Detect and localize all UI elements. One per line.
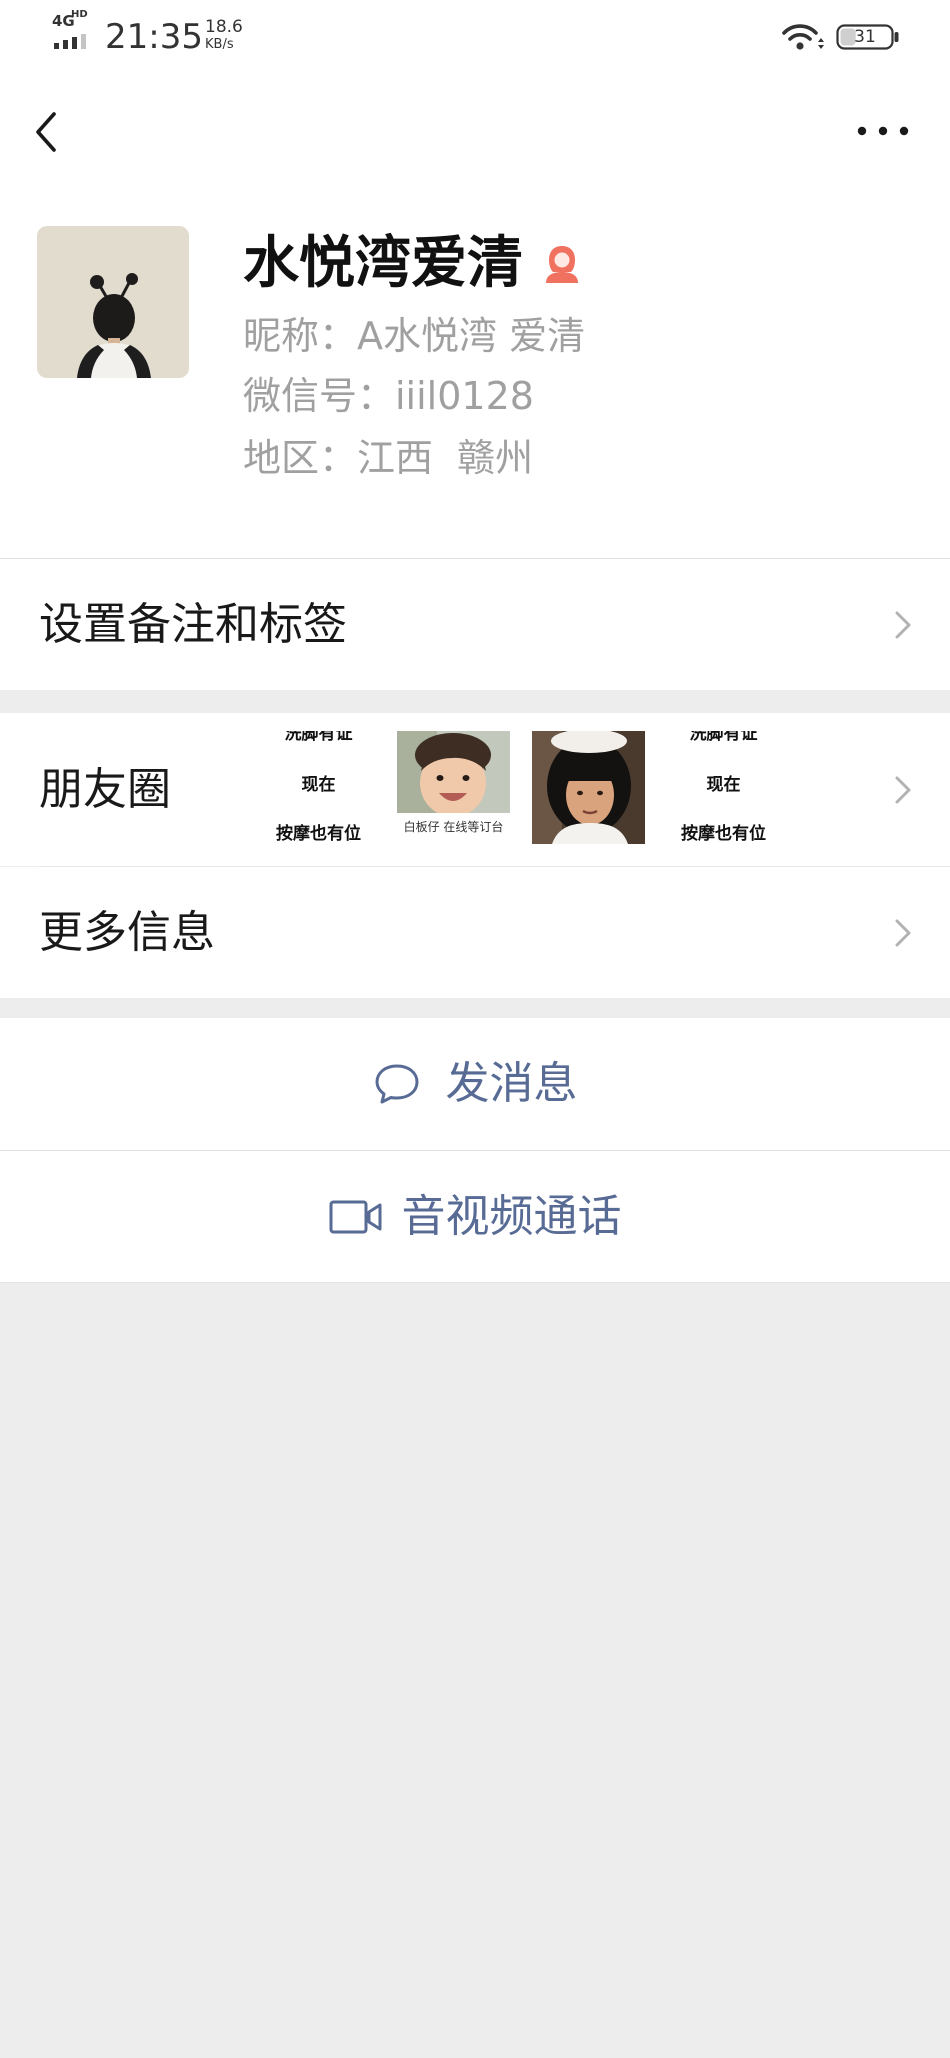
wifi-icon bbox=[782, 24, 824, 50]
av-call-label: 音视频通话 bbox=[401, 1190, 622, 1242]
more-dots-icon[interactable] bbox=[850, 122, 914, 140]
chevron-left-icon[interactable] bbox=[30, 106, 64, 158]
thumbnail-text: 洗脚有证 bbox=[689, 731, 758, 744]
avatar[interactable] bbox=[37, 226, 189, 378]
profile-wechat-id: 微信号：iiil0128 bbox=[243, 374, 534, 418]
row-remark-tags[interactable]: 设置备注和标签 bbox=[0, 559, 950, 690]
row-moments-label: 朋友圈 bbox=[39, 763, 171, 815]
row-more-info[interactable]: 更多信息 bbox=[0, 867, 950, 998]
row-moments[interactable]: 朋友圈 洗脚有证 现在 按摩也有位 白板仔 在线等订台 洗脚有证 现在 按摩也有… bbox=[0, 713, 950, 866]
moments-thumbnail: 洗脚有证 现在 按摩也有位 bbox=[262, 731, 375, 844]
thumbnail-text: 按摩也有位 bbox=[681, 824, 766, 844]
profile-name-line: 水悦湾爱清 bbox=[243, 230, 581, 298]
battery-icon: 31 bbox=[836, 24, 900, 50]
thumbnail-text: 按摩也有位 bbox=[276, 824, 361, 844]
chat-bubble-icon bbox=[375, 1064, 418, 1104]
thumbnail-text: 洗脚有证 bbox=[284, 731, 353, 744]
profile-name: 水悦湾爱清 bbox=[243, 231, 523, 296]
divider bbox=[0, 1282, 950, 1283]
video-camera-icon bbox=[329, 1200, 381, 1233]
female-icon bbox=[546, 246, 578, 283]
send-message-button[interactable]: 发消息 bbox=[0, 1018, 950, 1150]
send-message-label: 发消息 bbox=[445, 1058, 578, 1109]
network-badge: HD bbox=[71, 9, 88, 20]
thumbnail-caption: 白板仔 在线等订台 bbox=[403, 820, 504, 834]
chevron-right-icon bbox=[895, 611, 911, 638]
profile-nickname: 昵称：A水悦湾 爱清 bbox=[243, 314, 586, 358]
profile-header: 4G HD 21:35 18.6 KB/s 31 水悦湾爱清 昵称：A水悦湾 爱… bbox=[0, 0, 950, 558]
signal-bars-icon bbox=[54, 34, 86, 49]
network-speed-value: 18.6 bbox=[205, 17, 243, 37]
row-more-info-label: 更多信息 bbox=[39, 906, 215, 958]
clock: 21:35 bbox=[105, 17, 203, 57]
thumbnail-text: 现在 bbox=[301, 775, 336, 795]
thumbnail-text: 现在 bbox=[706, 775, 741, 795]
divider bbox=[39, 866, 950, 867]
profile-region: 地区：江西 赣州 bbox=[243, 436, 534, 480]
moments-thumbnail bbox=[532, 731, 645, 844]
battery-level: 31 bbox=[854, 27, 876, 47]
chevron-right-icon bbox=[895, 919, 911, 946]
moments-thumbnail: 洗脚有证 现在 按摩也有位 bbox=[667, 731, 780, 844]
chevron-right-icon bbox=[895, 776, 911, 803]
network-speed-unit: KB/s bbox=[205, 37, 234, 52]
av-call-button[interactable]: 音视频通话 bbox=[0, 1151, 950, 1282]
row-remark-tags-label: 设置备注和标签 bbox=[39, 598, 347, 650]
moments-thumbnail: 白板仔 在线等订台 bbox=[397, 731, 510, 844]
moments-thumbnails: 洗脚有证 现在 按摩也有位 白板仔 在线等订台 洗脚有证 现在 按摩也有位 bbox=[262, 731, 780, 844]
